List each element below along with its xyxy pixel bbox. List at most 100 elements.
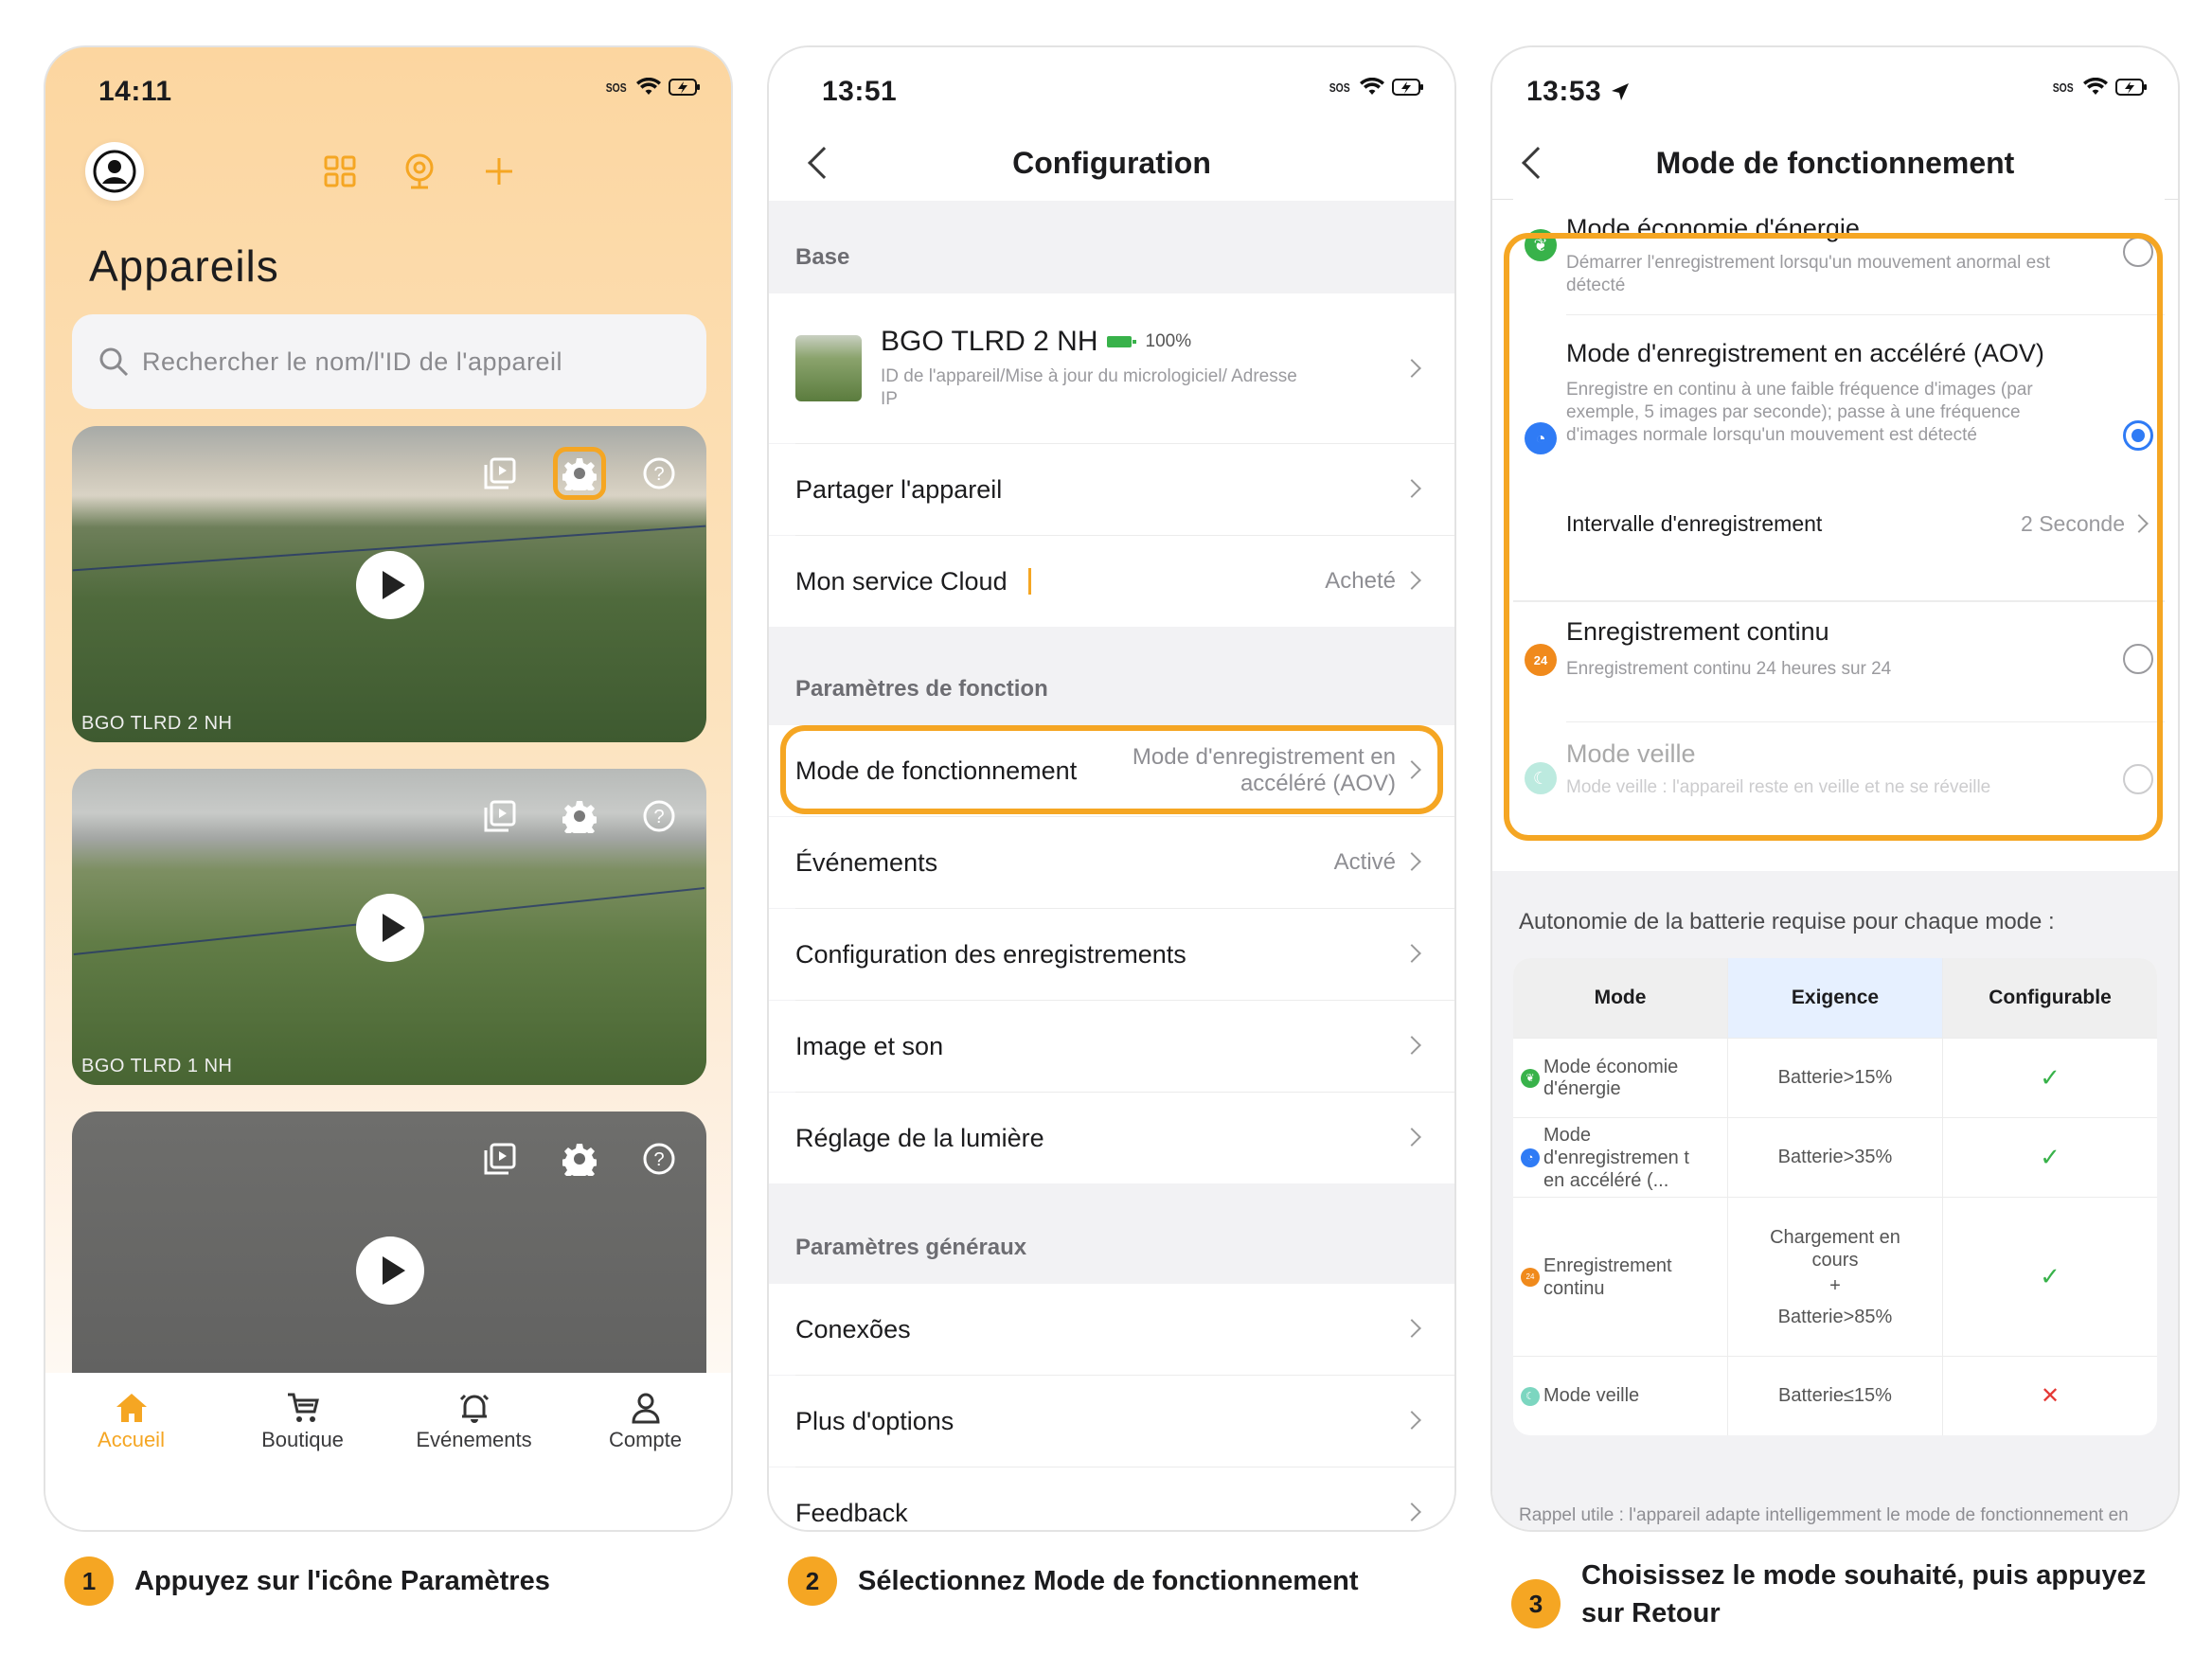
status-time: 13:53 — [1526, 76, 1631, 108]
wifi-icon — [636, 78, 661, 95]
search-input[interactable]: Rechercher le nom/l'ID de l'appareil — [72, 314, 706, 409]
highlight-frame — [1504, 233, 2163, 841]
profile-avatar[interactable] — [85, 142, 144, 201]
gear-icon — [562, 801, 597, 833]
step-text: Appuyez sur l'icône Paramètres — [134, 1566, 550, 1596]
share-device-row[interactable]: Partager l'appareil — [769, 444, 1454, 535]
row-value: Acheté — [1325, 568, 1396, 594]
plus-sign: + — [1829, 1274, 1841, 1296]
table-row: ☾ Mode veille Batterie≤15% ✕ — [1513, 1356, 2157, 1435]
playback-button[interactable] — [473, 447, 526, 500]
tab-accueil[interactable]: Accueil — [45, 1392, 217, 1530]
question-icon: ? — [643, 1143, 675, 1175]
wifi-icon — [2083, 78, 2108, 95]
tab-boutique[interactable]: Boutique — [217, 1392, 388, 1530]
settings-button[interactable] — [553, 1132, 606, 1185]
playback-button[interactable] — [473, 790, 526, 843]
camera-add-button[interactable] — [394, 146, 445, 197]
status-bar: 13:51 SOS — [769, 47, 1454, 134]
timelapse-icon: ◔ — [1521, 1147, 1540, 1167]
connections-row[interactable]: Conexões — [769, 1284, 1454, 1375]
tab-label: Accueil — [98, 1428, 165, 1451]
sos-indicator: SOS — [1329, 80, 1350, 95]
events-row[interactable]: Événements Activé — [769, 817, 1454, 908]
cell-mode: Mode veille — [1543, 1385, 1640, 1406]
chevron-right-icon — [1402, 1036, 1421, 1055]
play-button[interactable] — [356, 894, 424, 962]
sos-indicator: SOS — [605, 80, 627, 95]
recording-config-row[interactable]: Configuration des enregistrements — [769, 909, 1454, 1000]
question-icon: ? — [643, 800, 675, 832]
camera-card[interactable]: ? BGO TLRD 2 NH — [72, 426, 706, 742]
row-label: Réglage de la lumière — [795, 1123, 1044, 1152]
play-button[interactable] — [356, 1236, 424, 1305]
help-button[interactable]: ? — [633, 1132, 686, 1185]
section-header: Paramètres de fonction — [795, 676, 1048, 702]
battery-section-title: Autonomie de la batterie requise pour ch… — [1519, 909, 2055, 934]
device-thumbnail — [795, 335, 862, 401]
add-device-button[interactable] — [473, 146, 525, 197]
camera-card[interactable]: ? BGO TLRD 1 NH — [72, 769, 706, 1085]
help-button[interactable]: ? — [633, 447, 686, 500]
chevron-right-icon — [1402, 944, 1421, 963]
tab-compte[interactable]: Compte — [560, 1392, 731, 1530]
check-icon: ✓ — [2040, 1262, 2060, 1290]
search-icon — [99, 347, 129, 377]
svg-text:?: ? — [653, 464, 664, 485]
chevron-right-icon — [1402, 359, 1421, 378]
row-label: Mon service Cloud — [795, 566, 1008, 596]
battery-charging-icon — [669, 79, 700, 96]
camera-name: BGO TLRD 2 NH — [81, 713, 233, 734]
sos-indicator: SOS — [2052, 80, 2074, 95]
cloud-service-row[interactable]: Mon service Cloud Acheté — [769, 536, 1454, 627]
chevron-right-icon — [1402, 1503, 1421, 1521]
step-number: 2 — [788, 1556, 837, 1606]
step-text: Choisissez le mode souhaité, puis appuye… — [1581, 1560, 2147, 1628]
help-button[interactable]: ? — [633, 790, 686, 843]
check-icon: ✓ — [2040, 1143, 2060, 1171]
section-header: Base — [795, 244, 850, 270]
row-label: Image et son — [795, 1031, 944, 1060]
header-mode: Mode — [1513, 958, 1727, 1038]
svg-text:?: ? — [653, 1149, 664, 1170]
step-1: 1 Appuyez sur l'icône Paramètres — [64, 1556, 550, 1606]
tab-label: Evénements — [416, 1428, 532, 1451]
step-text: Sélectionnez Mode de fonctionnement — [858, 1566, 1359, 1596]
row-label: Conexões — [795, 1314, 911, 1343]
tab-label: Boutique — [261, 1428, 344, 1451]
cell-requirement-a: Chargement en cours — [1770, 1226, 1900, 1271]
bottom-tab-bar: Accueil Boutique Evénements Compte — [45, 1373, 731, 1530]
bell-icon — [459, 1394, 489, 1423]
chevron-right-icon — [1402, 1411, 1421, 1430]
table-row: ❦ Mode économie d'énergie Batterie>15% ✓ — [1513, 1038, 2157, 1117]
row-label: Configuration des enregistrements — [795, 939, 1186, 969]
more-options-row[interactable]: Plus d'options — [769, 1376, 1454, 1467]
page-title: Configuration — [1012, 146, 1211, 180]
section-header: Paramètres généraux — [795, 1235, 1027, 1260]
page-title: Mode de fonctionnement — [1655, 146, 2015, 180]
home-icon — [116, 1394, 147, 1422]
row-label: Partager l'appareil — [795, 474, 1003, 504]
image-sound-row[interactable]: Image et son — [769, 1001, 1454, 1092]
grid-view-button[interactable] — [314, 146, 366, 197]
camera-card[interactable]: ? — [72, 1112, 706, 1396]
playback-icon — [484, 800, 516, 832]
plus-icon — [486, 158, 512, 185]
row-value: Activé — [1333, 849, 1396, 875]
tab-label: Compte — [608, 1428, 683, 1451]
row-label: Événements — [795, 847, 938, 877]
settings-button[interactable] — [553, 790, 606, 843]
battery-full-icon — [1106, 336, 1136, 347]
row-label: Plus d'options — [795, 1406, 954, 1435]
settings-button[interactable] — [553, 447, 606, 500]
battery-requirements-panel: Autonomie de la batterie requise pour ch… — [1492, 871, 2178, 1530]
play-button[interactable] — [356, 551, 424, 619]
feedback-row[interactable]: Feedback — [769, 1467, 1454, 1530]
location-arrow-icon — [1612, 83, 1630, 100]
device-info-row[interactable]: BGO TLRD 2 NH 100% ID de l'appareil/Mise… — [769, 293, 1454, 443]
header-configurable: Configurable — [1943, 958, 2157, 1038]
playback-button[interactable] — [473, 1132, 526, 1185]
chevron-right-icon — [1402, 479, 1421, 498]
light-settings-row[interactable]: Réglage de la lumière — [769, 1093, 1454, 1183]
tab-evenements[interactable]: Evénements — [388, 1392, 560, 1530]
